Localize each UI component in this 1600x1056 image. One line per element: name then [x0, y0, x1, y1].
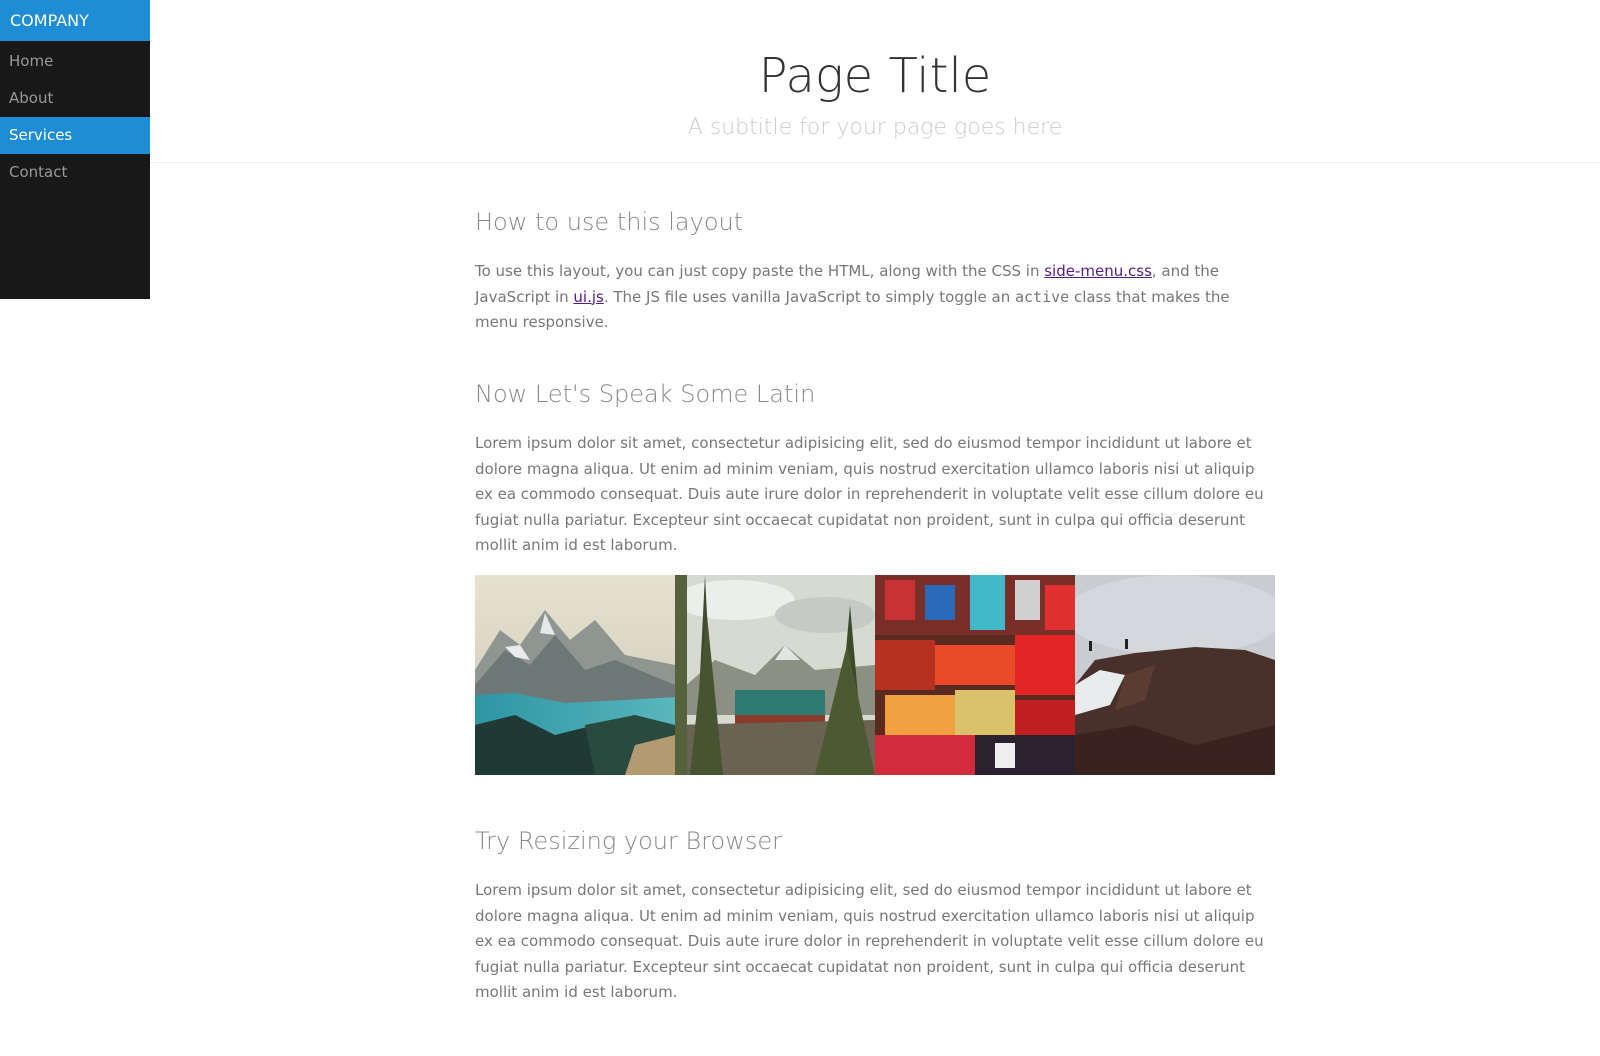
- menu-item-home[interactable]: Home: [0, 43, 150, 80]
- side-menu: COMPANY Home About Services Contact: [0, 0, 150, 299]
- resize-paragraph: Lorem ipsum dolor sit amet, consectetur …: [475, 881, 1264, 1002]
- menu-item-about[interactable]: About: [0, 80, 150, 117]
- forest-mountain-photo: [675, 575, 875, 775]
- usage-paragraph: To use this layout, you can just copy pa…: [475, 259, 1275, 336]
- clothing-store-image: [875, 575, 1075, 775]
- ui-js-link[interactable]: ui.js: [573, 288, 603, 306]
- mountain-lake-image: [475, 575, 675, 775]
- mountain-lake-photo: [475, 575, 675, 775]
- usage-text-1: To use this layout, you can just copy pa…: [475, 262, 1045, 280]
- side-menu-css-link[interactable]: side-menu.css: [1044, 262, 1152, 280]
- menu-item-services[interactable]: Services: [0, 117, 150, 154]
- section-heading-usage: How to use this layout: [475, 208, 744, 236]
- usage-text-3: . The JS file uses vanilla JavaScript to…: [603, 287, 1015, 306]
- forest-mountain-image: [675, 575, 875, 775]
- section-heading-latin: Now Let's Speak Some Latin: [475, 380, 816, 408]
- brand-link[interactable]: COMPANY: [0, 0, 150, 41]
- page-subtitle: A subtitle for your page goes here: [687, 115, 1063, 140]
- page-title: Page Title: [758, 48, 992, 104]
- latin-paragraph: Lorem ipsum dolor sit amet, consectetur …: [475, 434, 1264, 555]
- section-heading-resize: Try Resizing your Browser: [475, 827, 782, 855]
- clothing-store-photo: [875, 575, 1075, 775]
- cliff-hikers-photo: [1075, 575, 1275, 775]
- menu-list: Home About Services Contact: [0, 43, 150, 191]
- cliff-hikers-image: [1075, 575, 1275, 775]
- photo-grid: [475, 575, 1275, 775]
- menu-item-contact[interactable]: Contact: [0, 154, 150, 191]
- active-code: active: [1015, 287, 1070, 306]
- page-header: Page Title A subtitle for your page goes…: [150, 0, 1600, 163]
